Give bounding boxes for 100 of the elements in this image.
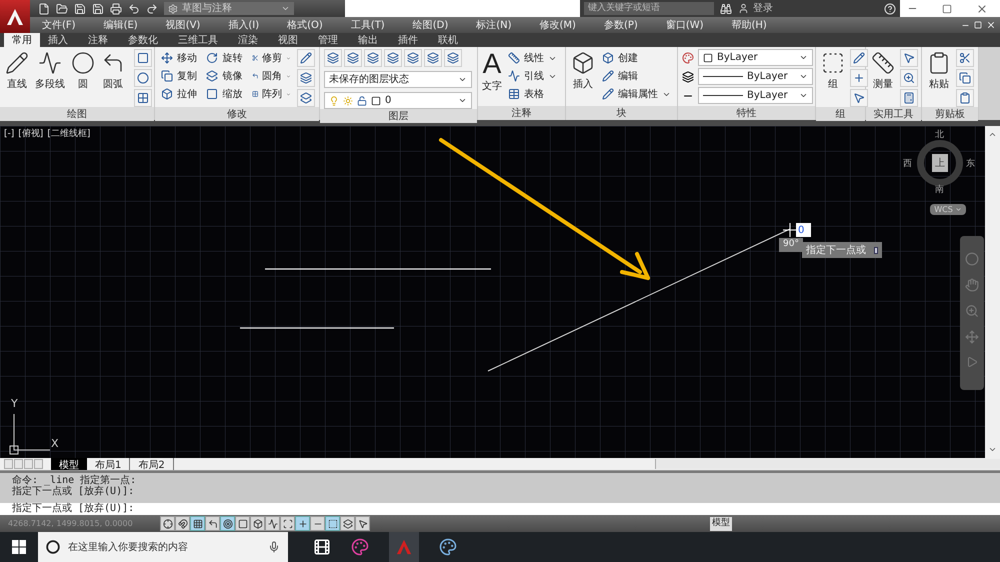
menu-item[interactable]: 帮助(H) xyxy=(732,18,767,32)
scroll-down-icon[interactable] xyxy=(988,445,997,454)
menu-item[interactable]: 参数(P) xyxy=(604,18,638,32)
tool-icon-button[interactable] xyxy=(444,49,462,67)
help-icon[interactable] xyxy=(884,2,896,14)
menu-item[interactable]: 视图(V) xyxy=(166,18,200,32)
menu-item[interactable]: 标注(N) xyxy=(476,18,512,32)
dropdown-field[interactable]: ByLayer xyxy=(698,68,813,85)
status-toggle[interactable] xyxy=(325,516,340,531)
tool-button[interactable]: 旋转 xyxy=(204,49,248,67)
dropdown-field[interactable]: ByLayer xyxy=(698,49,813,66)
panel-title[interactable]: 注释 xyxy=(478,106,565,120)
ribbon-tab[interactable]: 常用 xyxy=(4,33,40,47)
options-icon[interactable] xyxy=(874,246,878,254)
tool-icon-button[interactable] xyxy=(364,49,382,67)
toolbar-icon[interactable] xyxy=(74,2,86,14)
tool-button[interactable]: 缩放 xyxy=(204,85,248,103)
panel-title[interactable]: 图层 xyxy=(320,109,477,123)
tool-icon-button[interactable] xyxy=(404,49,422,67)
ribbon-tab[interactable]: 参数化 xyxy=(120,33,166,47)
viewport-control[interactable]: [俯视] xyxy=(18,128,44,142)
tool-icon-button[interactable] xyxy=(850,89,868,107)
tool-button[interactable]: 引线 xyxy=(506,67,559,85)
menu-item[interactable]: 插入(I) xyxy=(228,18,260,32)
tool-icon-button[interactable] xyxy=(324,49,342,67)
tool-button[interactable]: 拉伸 xyxy=(159,85,202,103)
tool-icon-button[interactable] xyxy=(956,89,974,107)
status-toggle[interactable] xyxy=(235,516,250,531)
panel-title[interactable]: 实用工具 xyxy=(866,107,921,121)
dynamic-input-field[interactable]: 0 xyxy=(796,223,811,237)
drawn-line[interactable] xyxy=(240,327,394,329)
menu-item[interactable]: 编辑(E) xyxy=(104,18,138,32)
status-toggle[interactable] xyxy=(355,516,370,531)
model-button[interactable]: 模型 xyxy=(710,516,732,530)
panel-title[interactable]: 特性 xyxy=(678,106,815,120)
maximize-icon[interactable] xyxy=(942,4,952,14)
windows-logo-icon[interactable] xyxy=(12,540,26,554)
large-tool-button[interactable]: 粘贴 xyxy=(926,49,952,105)
toolbar-icon[interactable] xyxy=(146,2,158,14)
ribbon-tab[interactable]: 三维工具 xyxy=(170,33,226,47)
tool-icon-button[interactable] xyxy=(344,49,362,67)
panel-title[interactable]: 修改 xyxy=(155,107,319,121)
tool-button[interactable]: 创建 xyxy=(600,49,673,67)
status-toggle[interactable] xyxy=(205,516,220,531)
tool-icon-button[interactable] xyxy=(134,49,152,67)
ribbon-tab[interactable]: 视图 xyxy=(270,33,306,47)
status-toggle[interactable] xyxy=(295,516,310,531)
text-tool-glyph[interactable]: A xyxy=(482,49,502,79)
horizontal-scrollbar[interactable] xyxy=(655,459,1000,469)
status-toggle[interactable] xyxy=(160,516,175,531)
layout-tab[interactable]: 布局2 xyxy=(130,458,174,470)
toolbar-icon[interactable] xyxy=(128,2,140,14)
scroll-up-icon[interactable] xyxy=(988,130,997,139)
large-tool-button[interactable]: 测量 xyxy=(870,49,896,105)
toolbar-icon[interactable] xyxy=(56,2,68,14)
viewport-control[interactable]: [二维线框] xyxy=(47,128,90,142)
status-toggle[interactable] xyxy=(265,516,280,531)
ribbon-tab[interactable]: 插件 xyxy=(390,33,426,47)
dropdown-field[interactable]: 0 xyxy=(324,92,472,109)
close-icon[interactable] xyxy=(976,2,988,14)
tool-button[interactable]: 阵列 xyxy=(250,85,293,103)
tool-icon-button[interactable] xyxy=(297,69,315,87)
menu-item[interactable]: 格式(O) xyxy=(287,18,323,32)
toolbar-icon[interactable] xyxy=(110,2,122,14)
sign-in-button[interactable]: 登录 xyxy=(738,1,828,16)
tool-icon-button[interactable] xyxy=(900,89,918,107)
status-toggle[interactable] xyxy=(220,516,235,531)
vertical-scrollbar[interactable] xyxy=(985,126,1000,458)
menu-item[interactable]: 绘图(D) xyxy=(412,18,448,32)
dropdown-field[interactable]: 未保存的图层状态 xyxy=(324,71,472,88)
large-tool-button[interactable]: 插入 xyxy=(570,49,596,105)
panel-title[interactable]: 块 xyxy=(566,106,677,120)
viewcube-face[interactable]: 上 xyxy=(932,154,948,172)
viewport-control[interactable]: [-] xyxy=(4,128,14,142)
toolbar-icon[interactable] xyxy=(38,2,50,14)
large-tool-button[interactable]: 圆 xyxy=(70,49,96,105)
status-toggle[interactable] xyxy=(340,516,355,531)
ribbon-tab[interactable]: 联机 xyxy=(430,33,466,47)
tool-icon-button[interactable] xyxy=(134,89,152,107)
tool-button[interactable]: 表格 xyxy=(506,85,559,103)
menu-item[interactable]: 窗口(W) xyxy=(666,18,704,32)
tool-button[interactable]: 修剪 xyxy=(250,49,293,67)
tool-button[interactable]: 移动 xyxy=(159,49,202,67)
menu-item[interactable]: 工具(T) xyxy=(350,18,385,32)
tool-button[interactable]: 复制 xyxy=(159,67,202,85)
tool-button[interactable]: 镜像 xyxy=(204,67,248,85)
taskbar-app-icon[interactable] xyxy=(439,538,457,556)
tool-icon-button[interactable] xyxy=(850,69,868,87)
status-toggle[interactable] xyxy=(190,516,205,531)
toolbar-icon[interactable] xyxy=(92,2,104,14)
layout-tab[interactable]: 模型 xyxy=(51,458,87,470)
tool-button[interactable]: 圆角 xyxy=(250,67,293,85)
tool-icon-button[interactable] xyxy=(956,49,974,67)
status-toggle[interactable] xyxy=(310,516,325,531)
large-tool-button[interactable]: 组 xyxy=(820,49,846,105)
tool-button[interactable]: 编辑属性 xyxy=(600,85,673,103)
tool-icon-button[interactable] xyxy=(384,49,402,67)
ribbon-tab[interactable]: 管理 xyxy=(310,33,346,47)
tool-icon-button[interactable] xyxy=(297,49,315,67)
menu-item[interactable]: 修改(M) xyxy=(540,18,576,32)
